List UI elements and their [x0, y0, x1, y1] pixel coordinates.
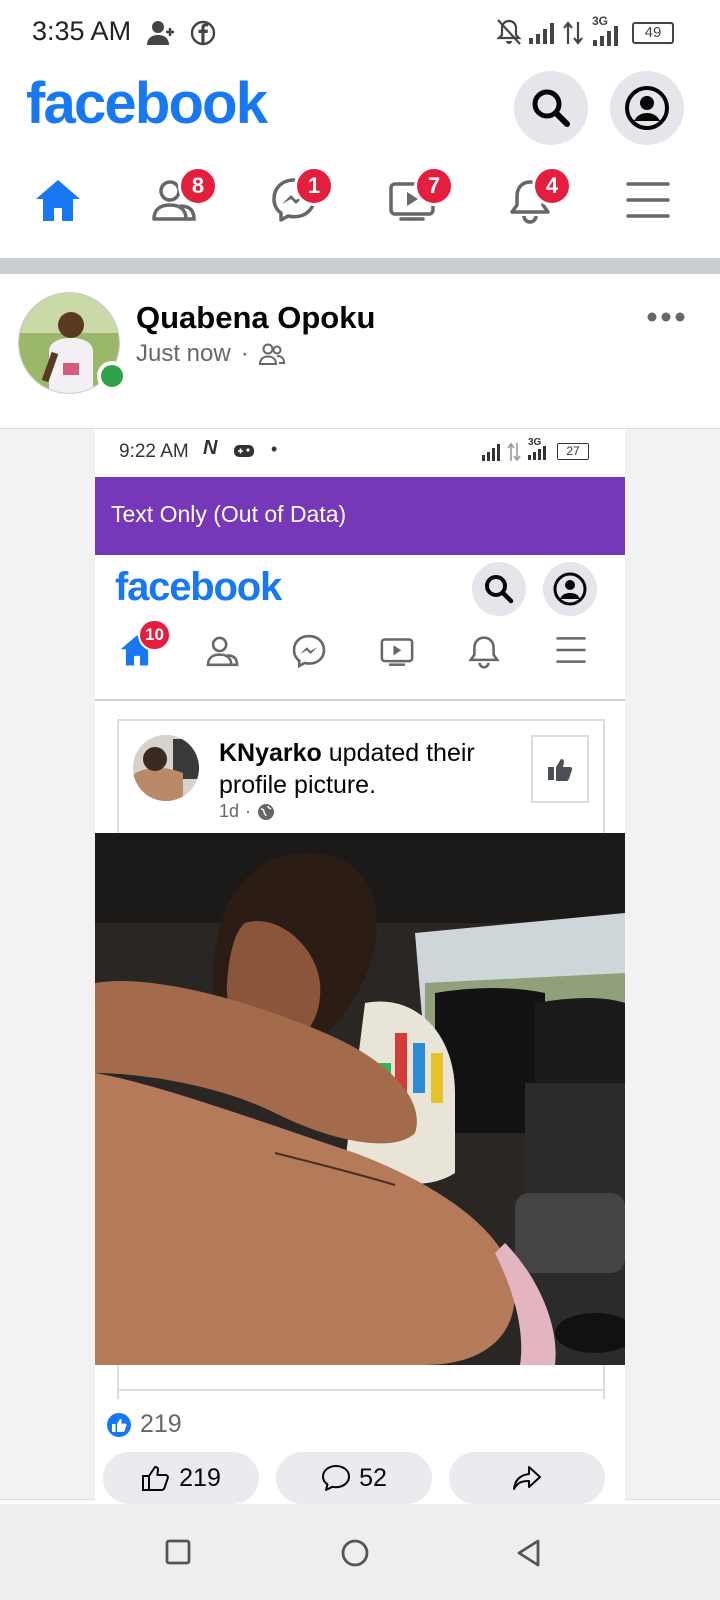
status-time: 3:35 AM: [32, 16, 132, 46]
knyarko-photo: [133, 735, 199, 801]
shared-status-bar: 9:22 AM N • 3G 27: [95, 429, 625, 477]
post-meta: Just now ·: [136, 340, 285, 368]
shared-account-icon: [553, 572, 587, 606]
facebook-logo[interactable]: facebook: [26, 70, 268, 137]
tab-home[interactable]: [30, 172, 86, 228]
messenger-badge: 1: [294, 166, 334, 206]
car-interior-photo: [95, 833, 625, 1365]
shared-bell-icon: [468, 636, 500, 669]
tab-friends[interactable]: 8: [148, 166, 218, 228]
shared-status-time: 9:22 AM: [119, 441, 189, 462]
back-icon[interactable]: [514, 1538, 544, 1568]
comment-icon: [322, 1465, 351, 1491]
facebook-notification-icon: [190, 20, 216, 46]
knyarko-avatar: [133, 735, 199, 801]
signal-icon-2: [593, 26, 618, 46]
story-separator: ·: [245, 801, 252, 821]
thumbs-up-icon: [548, 759, 573, 781]
story-like-button: [531, 735, 589, 803]
search-button[interactable]: [514, 71, 588, 145]
shared-search-icon: [485, 575, 514, 604]
thumbs-up-outline-icon: [142, 1466, 170, 1491]
data-mode-banner: Text Only (Out of Data): [95, 477, 625, 555]
globe-icon: [258, 803, 275, 820]
status-dot: •: [271, 439, 278, 459]
search-icon: [532, 89, 570, 127]
notifications-badge: 4: [532, 166, 572, 206]
shared-data-icon: [507, 442, 521, 462]
tab-watch[interactable]: 7: [384, 166, 454, 228]
story-author: KNyarko: [219, 739, 322, 767]
shared-signal-icon-2: [528, 446, 546, 460]
data-transfer-icon: [563, 21, 583, 45]
profile-button[interactable]: [610, 71, 684, 145]
gamepad-icon: [234, 445, 254, 457]
shared-nav-separator: [95, 699, 625, 701]
online-status-dot: [97, 361, 127, 391]
story-time: 1d: [219, 801, 240, 821]
signal-icon: [529, 23, 554, 44]
tab-menu[interactable]: [620, 172, 676, 228]
friends-badge: 8: [178, 166, 218, 206]
add-friend-notification-icon: [147, 21, 174, 45]
reactions-count: 219: [140, 1410, 182, 1438]
shared-video-icon: [380, 638, 414, 666]
menu-icon: [626, 182, 670, 218]
share-icon: [513, 1466, 541, 1490]
feed-divider: [0, 258, 720, 274]
mute-icon: [496, 19, 522, 45]
shared-friends-icon: [206, 636, 239, 667]
post-image[interactable]: 9:22 AM N • 3G 27 Text Only (Out of Data…: [0, 428, 720, 1501]
shared-search-button: [472, 562, 526, 616]
home-icon: [36, 180, 80, 221]
recent-apps-icon[interactable]: [164, 1538, 192, 1566]
story-text: KNyarko updated their profile picture.: [219, 737, 519, 801]
system-navigation-bar: [0, 1504, 720, 1600]
reactions-summary[interactable]: 219: [106, 1410, 182, 1439]
shared-messenger-icon: [292, 634, 326, 669]
meta-separator: ·: [240, 340, 249, 367]
more-options-icon[interactable]: [646, 310, 686, 324]
shared-battery: 27: [557, 443, 589, 460]
post-time[interactable]: Just now: [136, 340, 231, 368]
comment-button[interactable]: 52: [276, 1452, 432, 1504]
like-reaction-icon: [107, 1412, 131, 1437]
like-count: 219: [179, 1463, 221, 1492]
shared-home-badge: 10: [138, 619, 171, 651]
like-button[interactable]: 219: [103, 1452, 259, 1504]
shared-menu-icon: [556, 637, 586, 663]
battery-indicator: 49: [632, 22, 674, 44]
shared-signal-icon: [482, 444, 500, 461]
post-author-name[interactable]: Quabena Opoku: [136, 300, 375, 336]
account-circle-icon: [625, 86, 669, 130]
profile-picture-photo: [95, 833, 625, 1365]
comment-count: 52: [359, 1463, 387, 1492]
tab-notifications[interactable]: 4: [502, 166, 572, 228]
story-meta: 1d ·: [219, 801, 275, 822]
n-app-icon: N: [203, 437, 218, 459]
share-button[interactable]: [449, 1452, 605, 1504]
tab-messenger[interactable]: 1: [266, 166, 334, 228]
data-mode-text: Text Only (Out of Data): [111, 501, 347, 527]
status-bar: 3:35 AM 3G 49: [0, 0, 720, 66]
shared-story-card-bottom: [117, 1365, 605, 1391]
shared-profile-button: [543, 562, 597, 616]
shared-facebook-logo: facebook: [115, 565, 282, 609]
friends-audience-icon: [258, 343, 285, 365]
home-circle-icon[interactable]: [340, 1538, 370, 1568]
shared-screenshot: 9:22 AM N • 3G 27 Text Only (Out of Data…: [95, 429, 625, 1501]
watch-badge: 7: [414, 166, 454, 206]
